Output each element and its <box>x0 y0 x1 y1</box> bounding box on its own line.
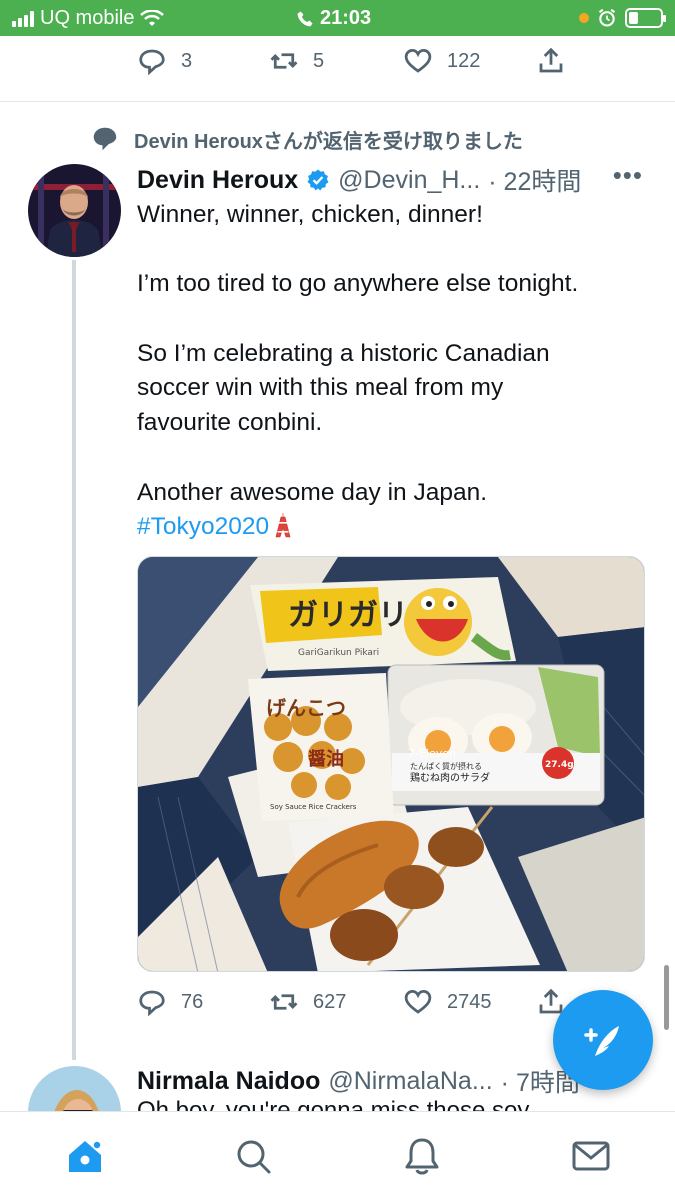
compose-feather-icon <box>584 1026 619 1056</box>
tweet-line: I’m too tired to go anywhere else tonigh… <box>137 270 579 298</box>
status-left: UQ mobile <box>12 7 165 30</box>
prev-like-button[interactable]: 122 <box>403 46 536 76</box>
reply-count: 76 <box>181 990 204 1013</box>
tab-search[interactable] <box>231 1134 275 1178</box>
bell-icon <box>405 1138 439 1175</box>
alarm-icon <box>598 8 616 27</box>
tweet-line: So I’m celebrating a historic Canadian <box>137 339 550 367</box>
recording-dot-icon <box>579 13 589 23</box>
retweet-icon <box>270 994 298 1010</box>
carrier-label: UQ mobile <box>40 7 135 29</box>
retweet-count: 627 <box>313 990 347 1013</box>
signal-icon <box>12 10 34 27</box>
verified-badge-icon <box>307 169 329 191</box>
prev-like-count: 122 <box>447 49 481 72</box>
wifi-icon <box>140 9 165 26</box>
store-label: 7-Eleven <box>408 747 456 760</box>
tweet-line: soccer win with this meal from my <box>137 374 504 402</box>
thread-line <box>72 260 76 1060</box>
phone-icon <box>297 11 313 26</box>
heart-icon <box>404 48 432 73</box>
author-handle[interactable]: @Devin_H... <box>338 166 480 195</box>
tab-notifications[interactable] <box>400 1134 444 1178</box>
prev-share-button[interactable] <box>536 46 566 76</box>
chips-sub-label: GariGarikun Pikari <box>298 648 379 658</box>
prev-tweet-action-bar: 3 5 122 <box>137 46 566 76</box>
reply-button[interactable]: 76 <box>137 987 269 1017</box>
chips-brand-label: ガリガリ <box>288 598 408 633</box>
prev-reply-button[interactable]: 3 <box>137 46 269 76</box>
karaage-sub-label: 醤油 <box>308 748 344 770</box>
speech-bubble-icon <box>93 127 117 151</box>
retweet-button[interactable]: 627 <box>269 987 403 1017</box>
next-tweet-text: Oh boy, you're gonna miss those soy... <box>137 1097 548 1111</box>
bottom-tab-bar <box>0 1111 675 1200</box>
tab-home[interactable] <box>63 1134 107 1178</box>
food-photo: ガリガリ GariGarikun Pikari 7-Eleven たんぱく質が摂… <box>138 557 644 971</box>
author-name[interactable]: Devin Heroux <box>137 166 298 195</box>
tweet-timestamp[interactable]: · 22時間 <box>488 162 581 198</box>
scrollbar[interactable] <box>664 965 669 1030</box>
battery-icon <box>625 8 666 28</box>
share-icon <box>539 47 563 73</box>
envelope-icon <box>572 1141 610 1171</box>
heart-icon <box>404 989 432 1014</box>
clock: 21:03 <box>320 7 372 29</box>
tab-messages[interactable] <box>569 1134 613 1178</box>
avatar-image <box>28 164 121 257</box>
hashtag-link[interactable]: #Tokyo2020 <box>137 513 269 540</box>
prev-retweet-button[interactable]: 5 <box>269 46 403 76</box>
like-button[interactable]: 2745 <box>403 987 536 1017</box>
compose-tweet-button[interactable] <box>553 990 653 1090</box>
next-author-name[interactable]: Nirmala Naidoo <box>137 1067 320 1096</box>
salad-sub-label: たんぱく質が摂れる <box>410 761 482 771</box>
reply-context-label: Devin Herouxさんが返信を受け取りました <box>134 130 523 153</box>
search-icon <box>237 1140 271 1174</box>
prev-retweet-count: 5 <box>313 49 325 72</box>
tweet-text: Winner, winner, chicken, dinner! I’m too… <box>137 198 652 545</box>
prev-reply-count: 3 <box>181 49 193 72</box>
more-options-icon[interactable]: ••• <box>613 160 643 191</box>
tweet-divider <box>0 101 675 102</box>
tweet-action-bar: 76 627 2745 <box>137 987 566 1017</box>
avatar[interactable] <box>28 164 121 257</box>
home-icon <box>69 1140 102 1172</box>
rice-cracker-label: Soy Sauce Rice Crackers <box>270 803 357 811</box>
karaage-label: げんこつ <box>266 696 346 720</box>
status-right <box>579 8 666 28</box>
next-tweet-header: Nirmala Naidoo @NirmalaNa... · 7時間 <box>137 1063 580 1099</box>
retweet-icon <box>270 53 298 69</box>
tweet-line: favourite conbini. <box>137 409 323 437</box>
reply-icon <box>139 990 165 1017</box>
protein-label: 27.4g <box>545 760 574 770</box>
status-center: 21:03 <box>296 7 371 30</box>
tweet-media-photo[interactable]: ガリガリ GariGarikun Pikari 7-Eleven たんぱく質が摂… <box>137 556 645 972</box>
salad-title-label: 鶏むね肉のサラダ <box>410 771 490 784</box>
reply-icon <box>139 49 165 76</box>
tweet-line: Winner, winner, chicken, dinner! <box>137 201 483 228</box>
tweet-header: Devin Heroux @Devin_H... · 22時間 <box>137 162 581 198</box>
like-count: 2745 <box>447 990 492 1013</box>
next-author-handle[interactable]: @NirmalaNa... <box>328 1067 492 1096</box>
tweet-line: Another awesome day in Japan. <box>137 478 488 506</box>
tokyo-tower-emoji-icon <box>275 513 291 538</box>
status-bar: UQ mobile 21:03 <box>0 0 675 36</box>
reply-context[interactable]: Devin Herouxさんが返信を受け取りました <box>90 124 523 154</box>
